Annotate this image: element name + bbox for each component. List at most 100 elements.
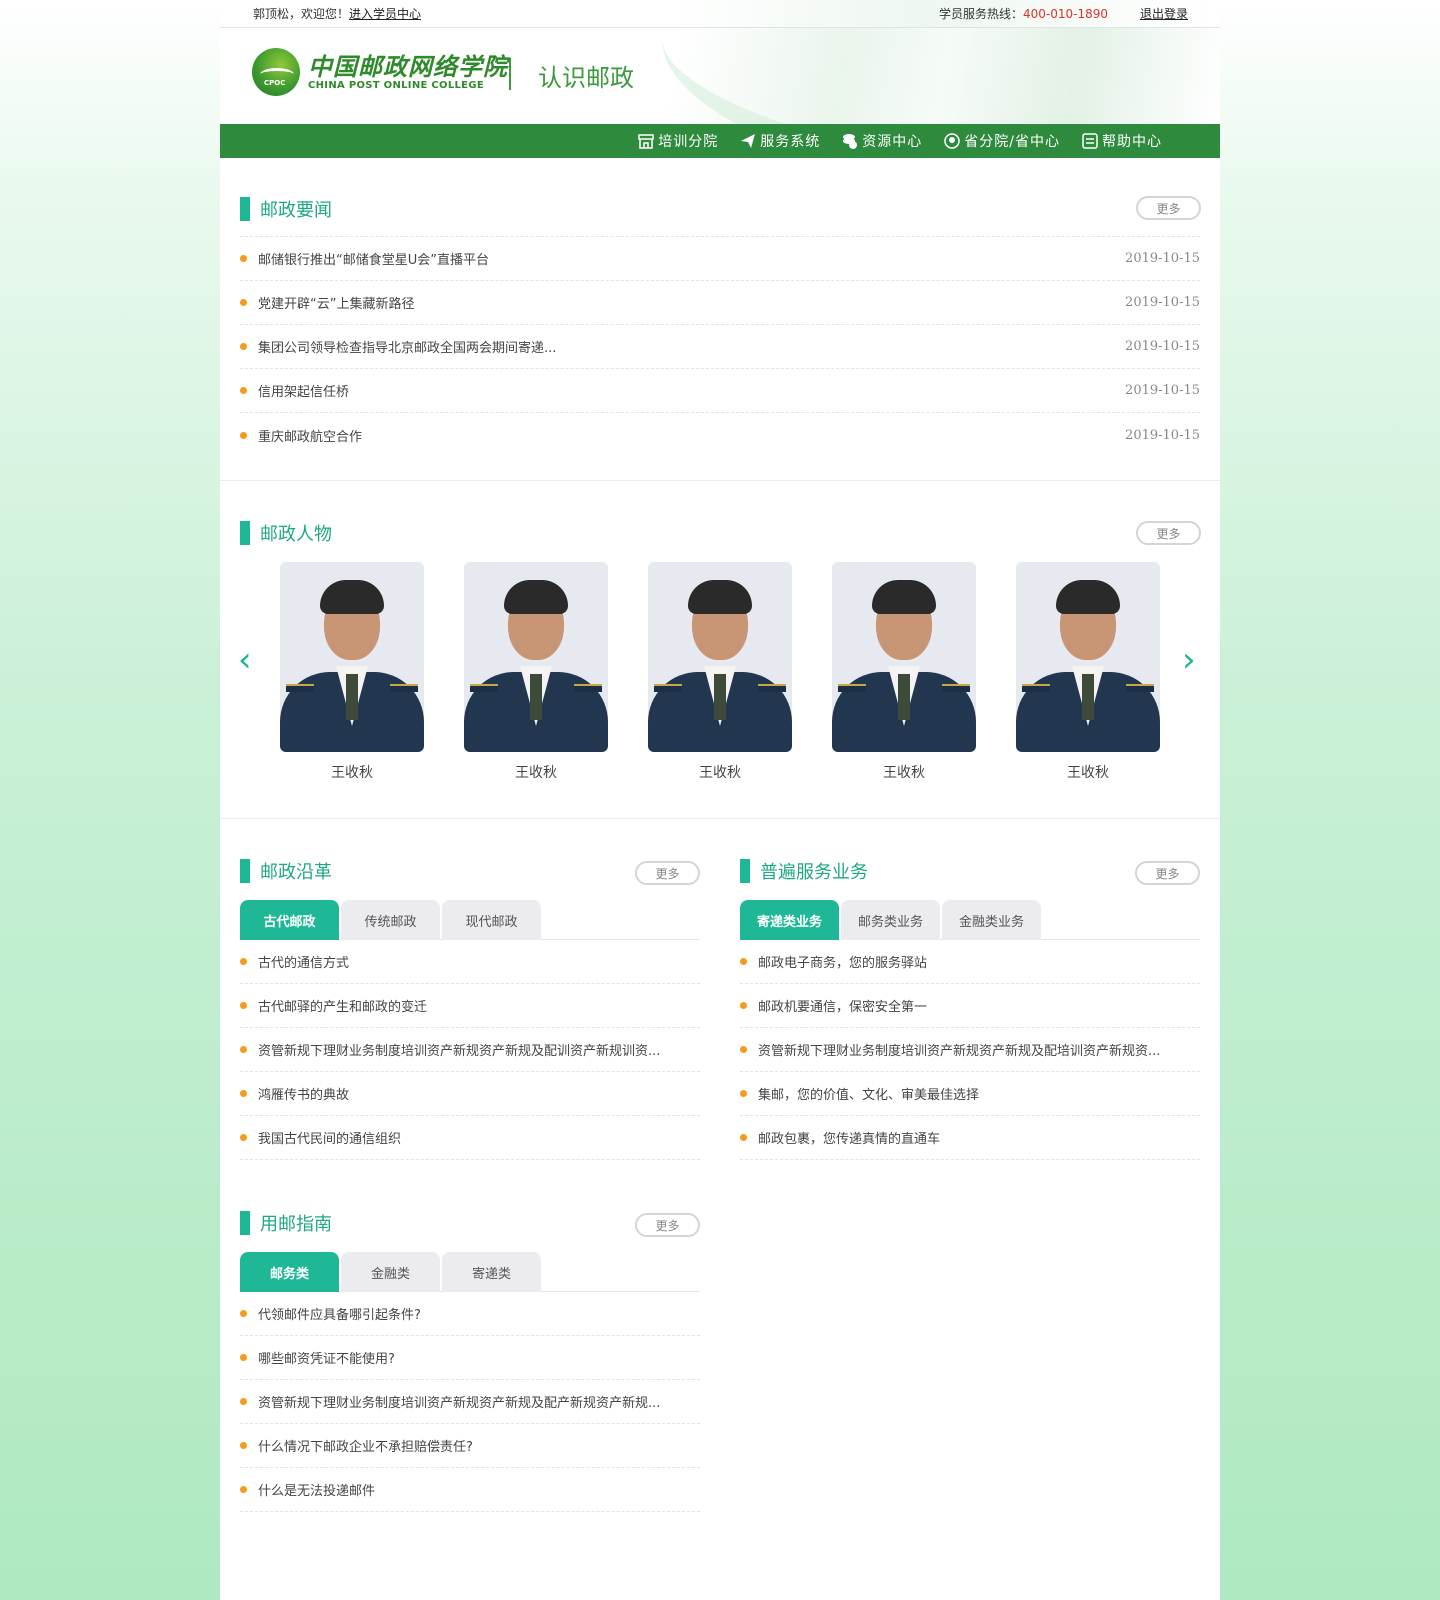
news-item-title: 邮储银行推出“邮储食堂星U会”直播平台: [258, 253, 489, 268]
list-item-title: 鸿雁传书的典故: [258, 1088, 350, 1103]
list-item-title: 邮政电子商务，您的服务驿站: [758, 956, 928, 971]
list-item[interactable]: 哪些邮资凭证不能使用?: [240, 1336, 700, 1380]
header-divider: [509, 58, 511, 90]
bullet-icon: [240, 1486, 247, 1493]
person-card[interactable]: 王收秋: [1016, 562, 1160, 782]
person-photo: [464, 562, 608, 752]
news-item[interactable]: 重庆邮政航空合作 2019-10-15: [240, 413, 1200, 457]
list-item-title: 哪些邮资凭证不能使用?: [258, 1352, 395, 1367]
topbar-right: 学员服务热线： 400-010-1890 退出登录: [939, 5, 1188, 22]
carousel-prev-icon[interactable]: ‹: [238, 640, 252, 680]
news-item[interactable]: 信用架起信任桥 2019-10-15: [240, 369, 1200, 413]
list-item[interactable]: 我国古代民间的通信组织: [240, 1116, 700, 1160]
list-item-title: 资管新规下理财业务制度培训资产新规资产新规及配培训资产新规资...: [758, 1044, 1161, 1059]
hotline-label: 学员服务热线：: [938, 7, 1023, 21]
people-title: 邮政人物: [240, 521, 1200, 545]
bullet-icon: [740, 1046, 747, 1053]
list-item[interactable]: 邮政包裹，您传递真情的直通车: [740, 1116, 1200, 1160]
list-item[interactable]: 什么情况下邮政企业不承担赔偿责任?: [240, 1424, 700, 1468]
header: CPOC 中国邮政网络学院 CHINA POST ONLINE COLLEGE …: [220, 28, 1220, 124]
person-name: 王收秋: [699, 765, 741, 781]
section-divider: [220, 480, 1220, 481]
service-more-button[interactable]: 更多: [1135, 861, 1200, 885]
news-item[interactable]: 集团公司领导检查指导北京邮政全国两会期间寄递... 2019-10-15: [240, 325, 1200, 369]
news-title: 邮政要闻: [240, 197, 1200, 221]
tab-delivery-guide[interactable]: 寄递类: [442, 1252, 541, 1292]
guide-title: 用邮指南: [240, 1211, 700, 1235]
history-list: 古代的通信方式 古代邮驿的产生和邮政的变迁 资管新规下理财业务制度培训资产新规资…: [240, 940, 700, 1160]
bullet-icon: [740, 1134, 747, 1141]
news-item-date: 2019-10-15: [1125, 251, 1200, 266]
news-item[interactable]: 邮储银行推出“邮储食堂星U会”直播平台 2019-10-15: [240, 237, 1200, 281]
logo-text: 中国邮政网络学院 CHINA POST ONLINE COLLEGE: [308, 51, 508, 91]
greeting-text: 郭顶松，欢迎您！: [253, 7, 350, 21]
tab-delivery-business[interactable]: 寄递类业务: [740, 900, 839, 940]
list-item[interactable]: 资管新规下理财业务制度培训资产新规资产新规及配培训资产新规资...: [740, 1028, 1200, 1072]
guide-list: 代领邮件应具备哪引起条件? 哪些邮资凭证不能使用? 资管新规下理财业务制度培训资…: [240, 1292, 700, 1512]
news-more-button[interactable]: 更多: [1136, 196, 1201, 220]
list-item[interactable]: 古代的通信方式: [240, 940, 700, 984]
help-icon: [1082, 133, 1098, 149]
paper-plane-icon: [741, 134, 756, 148]
tab-postal-business[interactable]: 邮务类业务: [841, 900, 940, 940]
list-item[interactable]: 什么是无法投递邮件: [240, 1468, 700, 1512]
news-item-title: 集团公司领导检查指导北京邮政全国两会期间寄递...: [258, 341, 557, 356]
list-item[interactable]: 代领邮件应具备哪引起条件?: [240, 1292, 700, 1336]
news-item-title: 党建开辟“云”上集藏新路径: [258, 297, 415, 312]
person-card[interactable]: 王收秋: [280, 562, 424, 782]
bullet-icon: [240, 1090, 247, 1097]
bullet-icon: [240, 1046, 247, 1053]
nav-item-province[interactable]: 省分院/省中心: [944, 131, 1060, 151]
nav-item-resource[interactable]: 资源中心: [842, 131, 922, 151]
list-item[interactable]: 集邮，您的价值、文化、审美最佳选择: [740, 1072, 1200, 1116]
person-card[interactable]: 王收秋: [464, 562, 608, 782]
logout-link[interactable]: 退出登录: [1140, 5, 1188, 22]
nav-label-training: 培训分院: [658, 134, 719, 150]
list-item[interactable]: 邮政电子商务，您的服务驿站: [740, 940, 1200, 984]
news-item-date: 2019-10-15: [1125, 339, 1200, 354]
logo-name-cn: 中国邮政网络学院: [308, 51, 508, 81]
nav-item-service[interactable]: 服务系统: [740, 131, 820, 151]
list-item[interactable]: 鸿雁传书的典故: [240, 1072, 700, 1116]
student-center-link[interactable]: 进入学员中心: [349, 7, 421, 21]
carousel-next-icon[interactable]: ›: [1182, 640, 1196, 680]
top-bar: 郭顶松，欢迎您！进入学员中心 学员服务热线： 400-010-1890 退出登录: [220, 0, 1220, 28]
tab-postal-guide[interactable]: 邮务类: [240, 1252, 339, 1292]
person-card[interactable]: 王收秋: [648, 562, 792, 782]
person-name: 王收秋: [1067, 765, 1109, 781]
news-item-date: 2019-10-15: [1125, 295, 1200, 310]
history-tabs: 古代邮政 传统邮政 现代邮政: [240, 900, 700, 940]
list-item[interactable]: 古代邮驿的产生和邮政的变迁: [240, 984, 700, 1028]
bullet-icon: [240, 343, 247, 350]
person-card[interactable]: 王收秋: [832, 562, 976, 782]
list-item[interactable]: 资管新规下理财业务制度培训资产新规资产新规及配训资产新规训资...: [240, 1028, 700, 1072]
main-nav: 培训分院 服务系统 资源中心 省分院/省中心 帮助中心: [220, 124, 1220, 158]
news-item[interactable]: 党建开辟“云”上集藏新路径 2019-10-15: [240, 281, 1200, 325]
person-photo: [280, 562, 424, 752]
list-item-title: 邮政机要通信，保密安全第一: [758, 1000, 928, 1015]
nav-item-training[interactable]: 培训分院: [638, 131, 718, 151]
list-item-title: 古代邮驿的产生和邮政的变迁: [258, 1000, 428, 1015]
guide-tabs: 邮务类 金融类 寄递类: [240, 1252, 700, 1292]
topbar-left: 郭顶松，欢迎您！进入学员中心: [253, 5, 421, 22]
tab-ancient-post[interactable]: 古代邮政: [240, 900, 339, 940]
bullet-icon: [240, 958, 247, 965]
tab-finance-guide[interactable]: 金融类: [341, 1252, 440, 1292]
tab-traditional-post[interactable]: 传统邮政: [341, 900, 440, 940]
tab-finance-business[interactable]: 金融类业务: [942, 900, 1041, 940]
bullet-icon: [240, 1354, 247, 1361]
news-item-title: 重庆邮政航空合作: [258, 429, 363, 445]
guide-more-button[interactable]: 更多: [635, 1213, 700, 1237]
list-item[interactable]: 邮政机要通信，保密安全第一: [740, 984, 1200, 1028]
nav-item-help[interactable]: 帮助中心: [1082, 131, 1162, 151]
history-more-button[interactable]: 更多: [635, 861, 700, 885]
people-more-button[interactable]: 更多: [1136, 521, 1201, 545]
person-photo: [648, 562, 792, 752]
bullet-icon: [740, 1002, 747, 1009]
service-tabs: 寄递类业务 邮务类业务 金融类业务: [740, 900, 1200, 940]
list-item-title: 资管新规下理财业务制度培训资产新规资产新规及配训资产新规训资...: [258, 1044, 661, 1059]
site-logo[interactable]: CPOC 中国邮政网络学院 CHINA POST ONLINE COLLEGE: [252, 48, 508, 96]
news-list: 邮储银行推出“邮储食堂星U会”直播平台 2019-10-15 党建开辟“云”上集藏…: [240, 236, 1200, 457]
tab-modern-post[interactable]: 现代邮政: [442, 900, 541, 940]
list-item[interactable]: 资管新规下理财业务制度培训资产新规资产新规及配产新规资产新规...: [240, 1380, 700, 1424]
